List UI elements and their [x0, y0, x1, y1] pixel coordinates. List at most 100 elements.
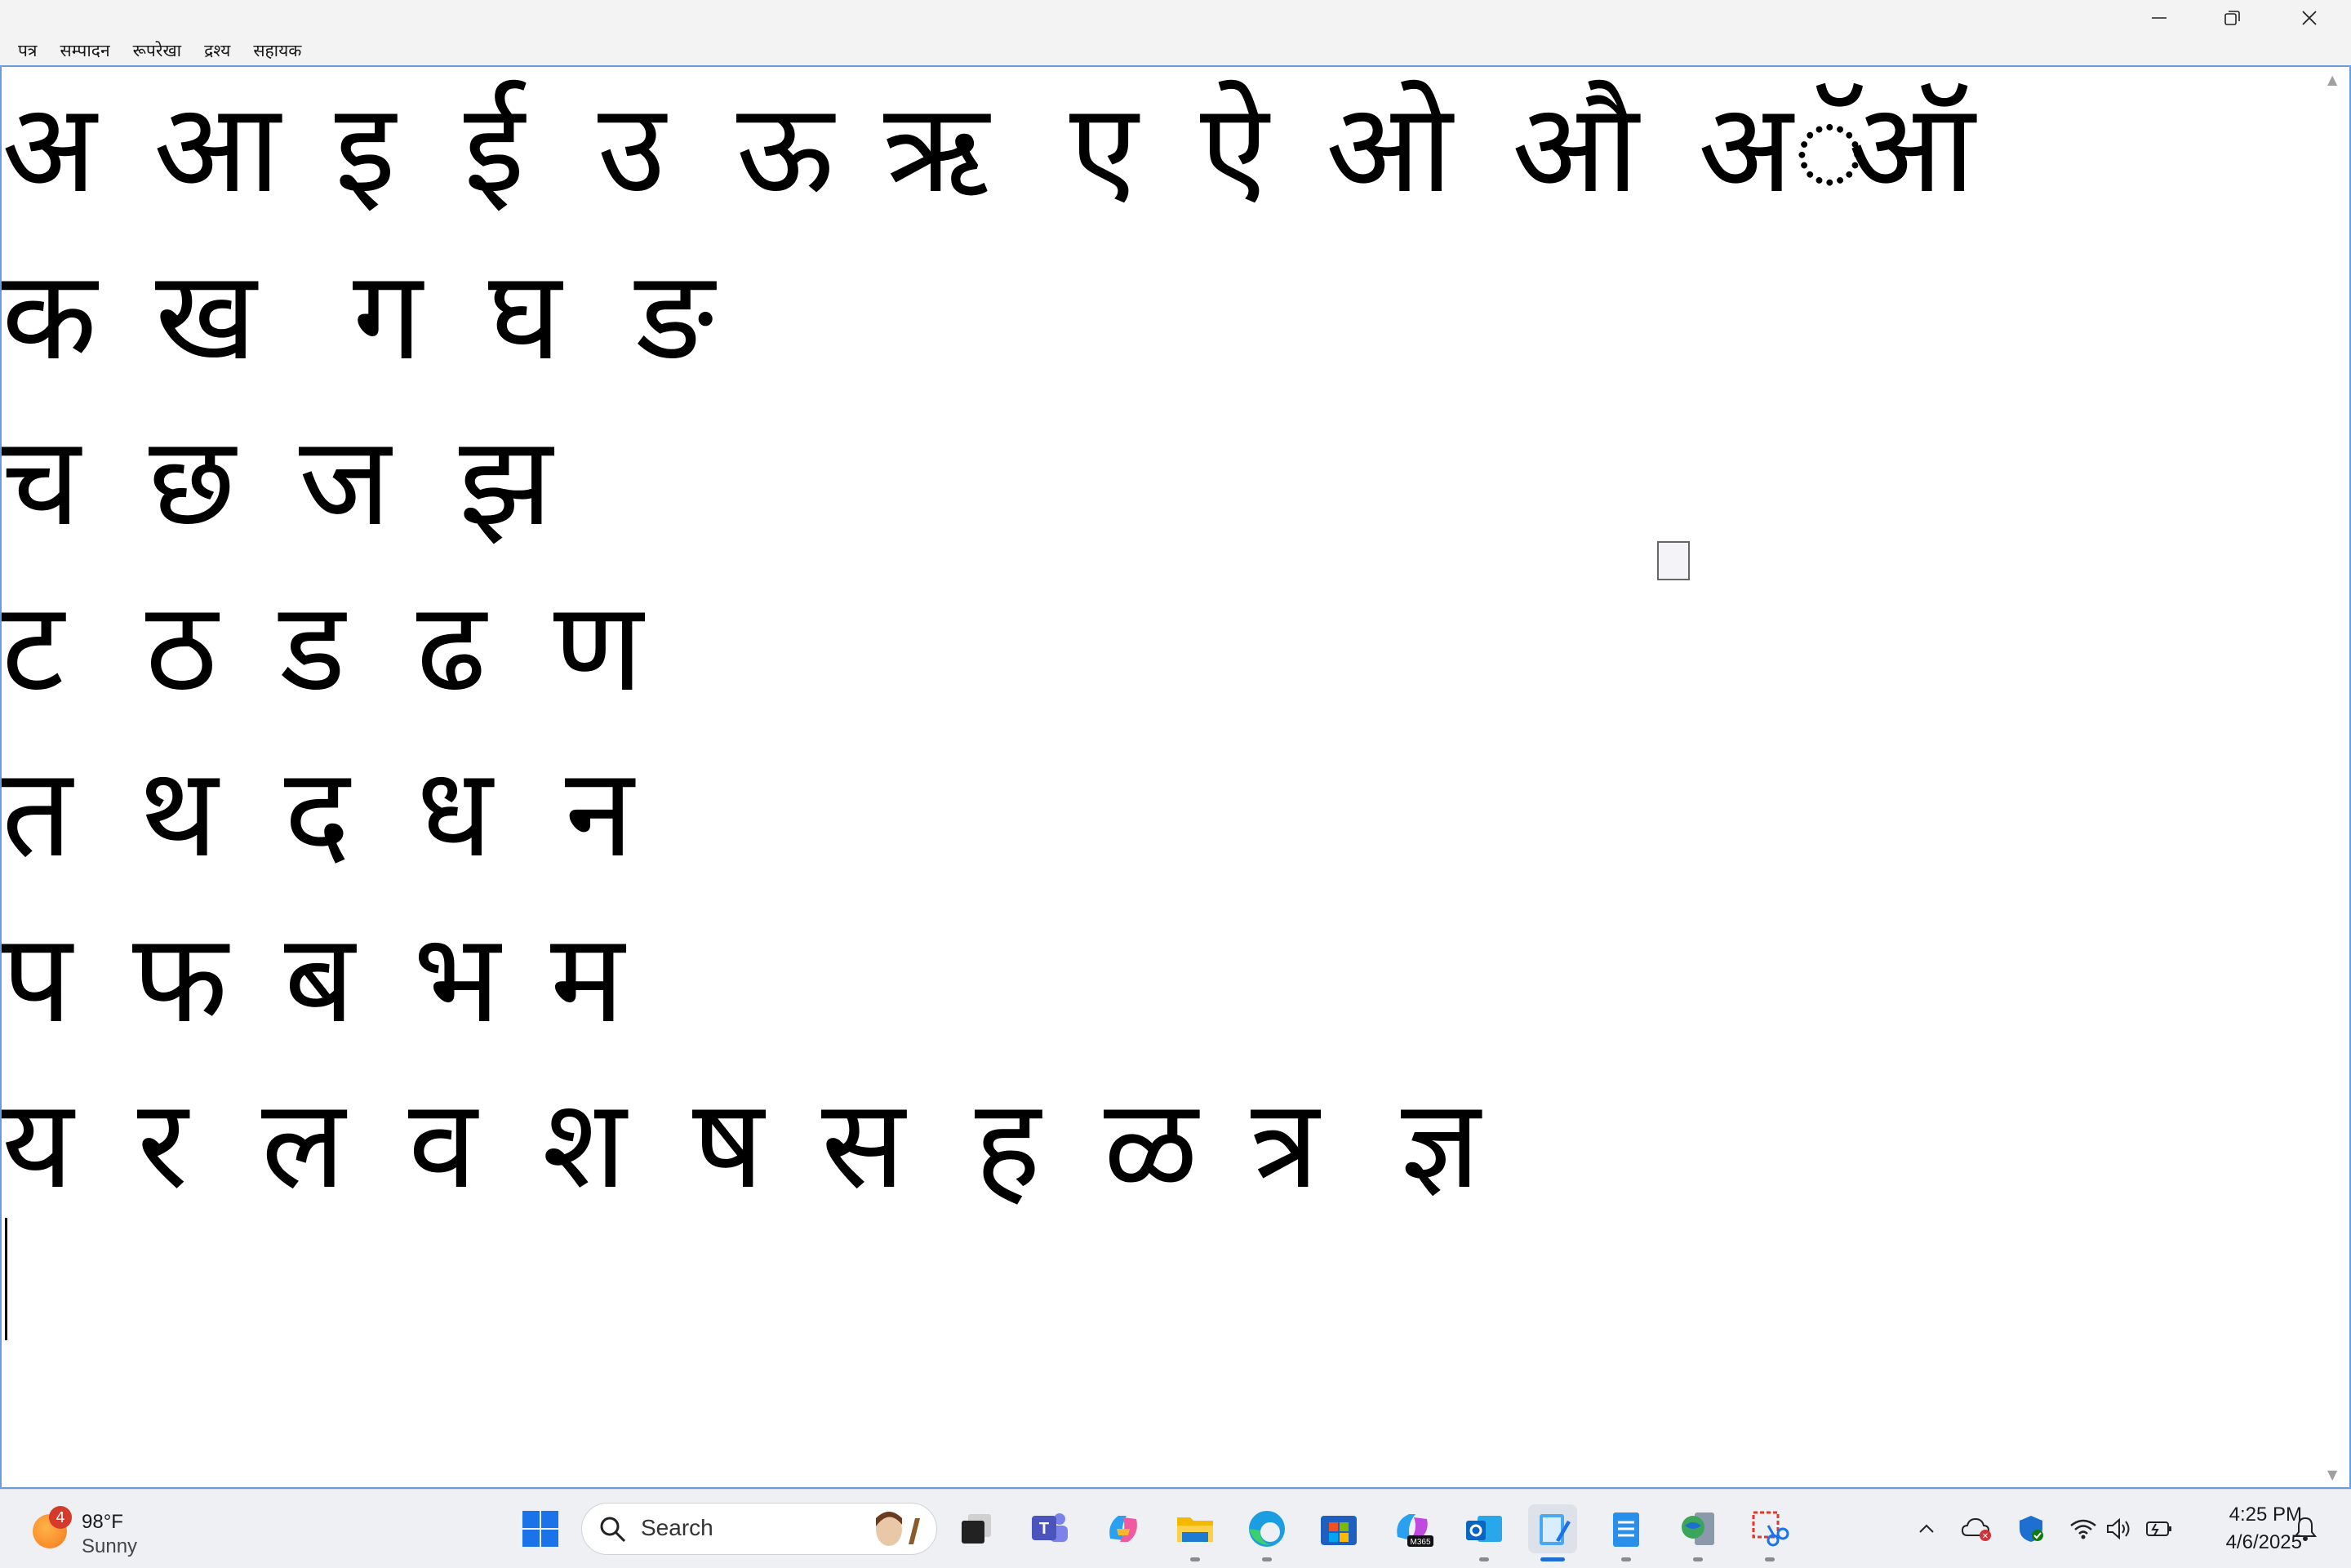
close-button[interactable] — [2273, 0, 2346, 36]
devanagari-character: व — [408, 1072, 478, 1216]
notification-bell-icon — [2293, 1517, 2318, 1541]
cloud-error-icon: ✕ — [1961, 1517, 1991, 1541]
devanagari-character: फ — [132, 906, 229, 1051]
restore-button[interactable] — [2196, 0, 2269, 36]
menu-bar: पत्र सम्पादन रूपरेखा द्रश्य सहायक — [0, 36, 2351, 65]
devanagari-character: न — [565, 740, 634, 885]
m365-icon: M365 — [1397, 1514, 1433, 1547]
devanagari-character: स — [821, 1072, 905, 1216]
globe-icon — [1682, 1512, 1714, 1545]
scroll-up-arrow-icon[interactable]: ▲ — [2327, 72, 2337, 87]
scroll-down-arrow-icon[interactable]: ▼ — [2327, 1467, 2337, 1482]
devanagari-character: अ — [2, 76, 97, 220]
volume-icon — [2107, 1517, 2130, 1540]
start-button[interactable] — [516, 1504, 565, 1553]
running-indicator — [1190, 1557, 1200, 1561]
devanagari-character: ऐ — [1200, 76, 1269, 220]
search-box[interactable]: Search — [581, 1503, 937, 1555]
task-view-button[interactable] — [952, 1504, 1001, 1553]
network-app-button[interactable] — [1673, 1504, 1722, 1561]
notifications-button[interactable] — [2289, 1509, 2322, 1548]
search-highlight-icon — [876, 1512, 920, 1546]
restore-icon — [2224, 11, 2240, 25]
svg-text:T: T — [1039, 1520, 1049, 1538]
scissors-icon — [1752, 1511, 1789, 1547]
devanagari-character: ओ — [1326, 76, 1453, 220]
svg-text:M365: M365 — [1410, 1538, 1430, 1547]
outlook-button[interactable] — [1460, 1504, 1509, 1561]
edge-button[interactable] — [1242, 1504, 1291, 1561]
devanagari-character: आ — [153, 76, 281, 220]
weather-widget[interactable]: 4 98°F Sunny — [29, 1501, 160, 1558]
devanagari-character: ठ — [145, 575, 218, 719]
menu-edit[interactable]: सम्पादन — [49, 36, 122, 65]
devanagari-character: र — [137, 1072, 189, 1216]
minimize-button[interactable] — [2122, 0, 2196, 36]
onedrive-status[interactable]: ✕ — [1961, 1509, 1993, 1548]
devanagari-character: म — [550, 906, 624, 1051]
show-hidden-icons-button[interactable] — [1910, 1509, 1943, 1548]
devanagari-character: भ — [413, 906, 500, 1051]
wifi-status[interactable] — [2067, 1509, 2100, 1548]
search-icon — [600, 1517, 626, 1543]
devanagari-character: ट — [2, 575, 64, 719]
minimize-icon — [2152, 17, 2167, 19]
devanagari-character: घ — [488, 243, 562, 388]
devanagari-character: ष — [692, 1072, 764, 1216]
teams-button[interactable]: T — [1025, 1504, 1074, 1553]
devanagari-character: ळ — [1104, 1072, 1198, 1216]
devanagari-character: उ — [598, 76, 666, 220]
document-text[interactable]: अ आ इ ई उ ऊ ऋ ए ऐ ओ औ अॅ ऑ क ख ग घ ङ च छ ज झ ट ठ ड ढ ण त थ द ध न प फ ब भ म य र… — [2, 67, 2320, 1487]
devanagari-character: ज्ञ — [1401, 1072, 1481, 1216]
volume-control[interactable] — [2103, 1509, 2135, 1548]
devanagari-character: अॅ — [1698, 76, 1867, 220]
text-editor[interactable]: अ आ इ ई उ ऊ ऋ ए ऐ ओ औ अॅ ऑ क ख ग घ ङ च छ ज झ ट ठ ड ढ ण त थ द ध न प फ ब भ म य र… — [0, 65, 2351, 1489]
devanagari-character: ग — [353, 243, 423, 388]
folder-icon — [1177, 1517, 1213, 1542]
snipping-tool-button[interactable] — [1745, 1504, 1794, 1561]
floating-box — [1657, 541, 1690, 580]
running-indicator — [1765, 1557, 1775, 1561]
notepad-icon — [1613, 1512, 1639, 1547]
menu-help[interactable]: सहायक — [242, 36, 313, 65]
devanagari-character: ण — [553, 575, 643, 719]
devanagari-character: ध — [416, 740, 493, 885]
devanagari-character: इ — [335, 76, 396, 220]
system-clock[interactable]: 4:25 PM 4/6/2025 — [2188, 1501, 2302, 1557]
file-explorer-button[interactable] — [1171, 1504, 1220, 1561]
menu-view[interactable]: द्रश्य — [193, 36, 242, 65]
shield-icon — [2020, 1516, 2043, 1542]
devanagari-character: ब — [284, 906, 355, 1051]
menu-format[interactable]: रूपरेखा — [122, 36, 193, 65]
notepad-button[interactable] — [1602, 1504, 1651, 1561]
devanagari-character: ऑ — [1848, 76, 1975, 220]
vertical-scrollbar[interactable]: ▲ ▼ — [2320, 67, 2349, 1487]
task-view-icon — [962, 1514, 991, 1544]
devanagari-character: ल — [261, 1072, 346, 1216]
weather-condition: Sunny — [82, 1535, 138, 1557]
outlook-icon — [1466, 1516, 1502, 1542]
copilot-button[interactable] — [1099, 1504, 1148, 1553]
devanagari-character: छ — [149, 409, 236, 553]
store-button[interactable] — [1314, 1504, 1363, 1553]
menu-file[interactable]: पत्र — [7, 36, 49, 65]
devanagari-character: ढ — [416, 575, 487, 719]
taskbar: 4 98°F Sunny Search T M365 ✕ 4:25 PM 4/6… — [0, 1489, 2351, 1568]
m365-button[interactable]: M365 — [1388, 1504, 1437, 1553]
running-indicator — [1262, 1557, 1272, 1561]
search-placeholder: Search — [641, 1515, 713, 1540]
notepad-active-button[interactable] — [1528, 1504, 1577, 1561]
svg-text:✕: ✕ — [1982, 1532, 1989, 1541]
battery-status[interactable] — [2144, 1509, 2176, 1548]
devanagari-character: झ — [459, 409, 553, 553]
edge-icon — [1249, 1511, 1285, 1547]
devanagari-character: य — [2, 1072, 74, 1216]
devanagari-character: त — [2, 740, 73, 885]
teams-icon: T — [1032, 1513, 1068, 1542]
devanagari-character: प — [2, 906, 73, 1051]
devanagari-character: द — [284, 740, 350, 885]
security-status[interactable] — [2015, 1509, 2047, 1548]
devanagari-character: ङ — [635, 243, 714, 388]
windows-logo-icon — [522, 1511, 558, 1547]
devanagari-character: श — [542, 1072, 627, 1216]
